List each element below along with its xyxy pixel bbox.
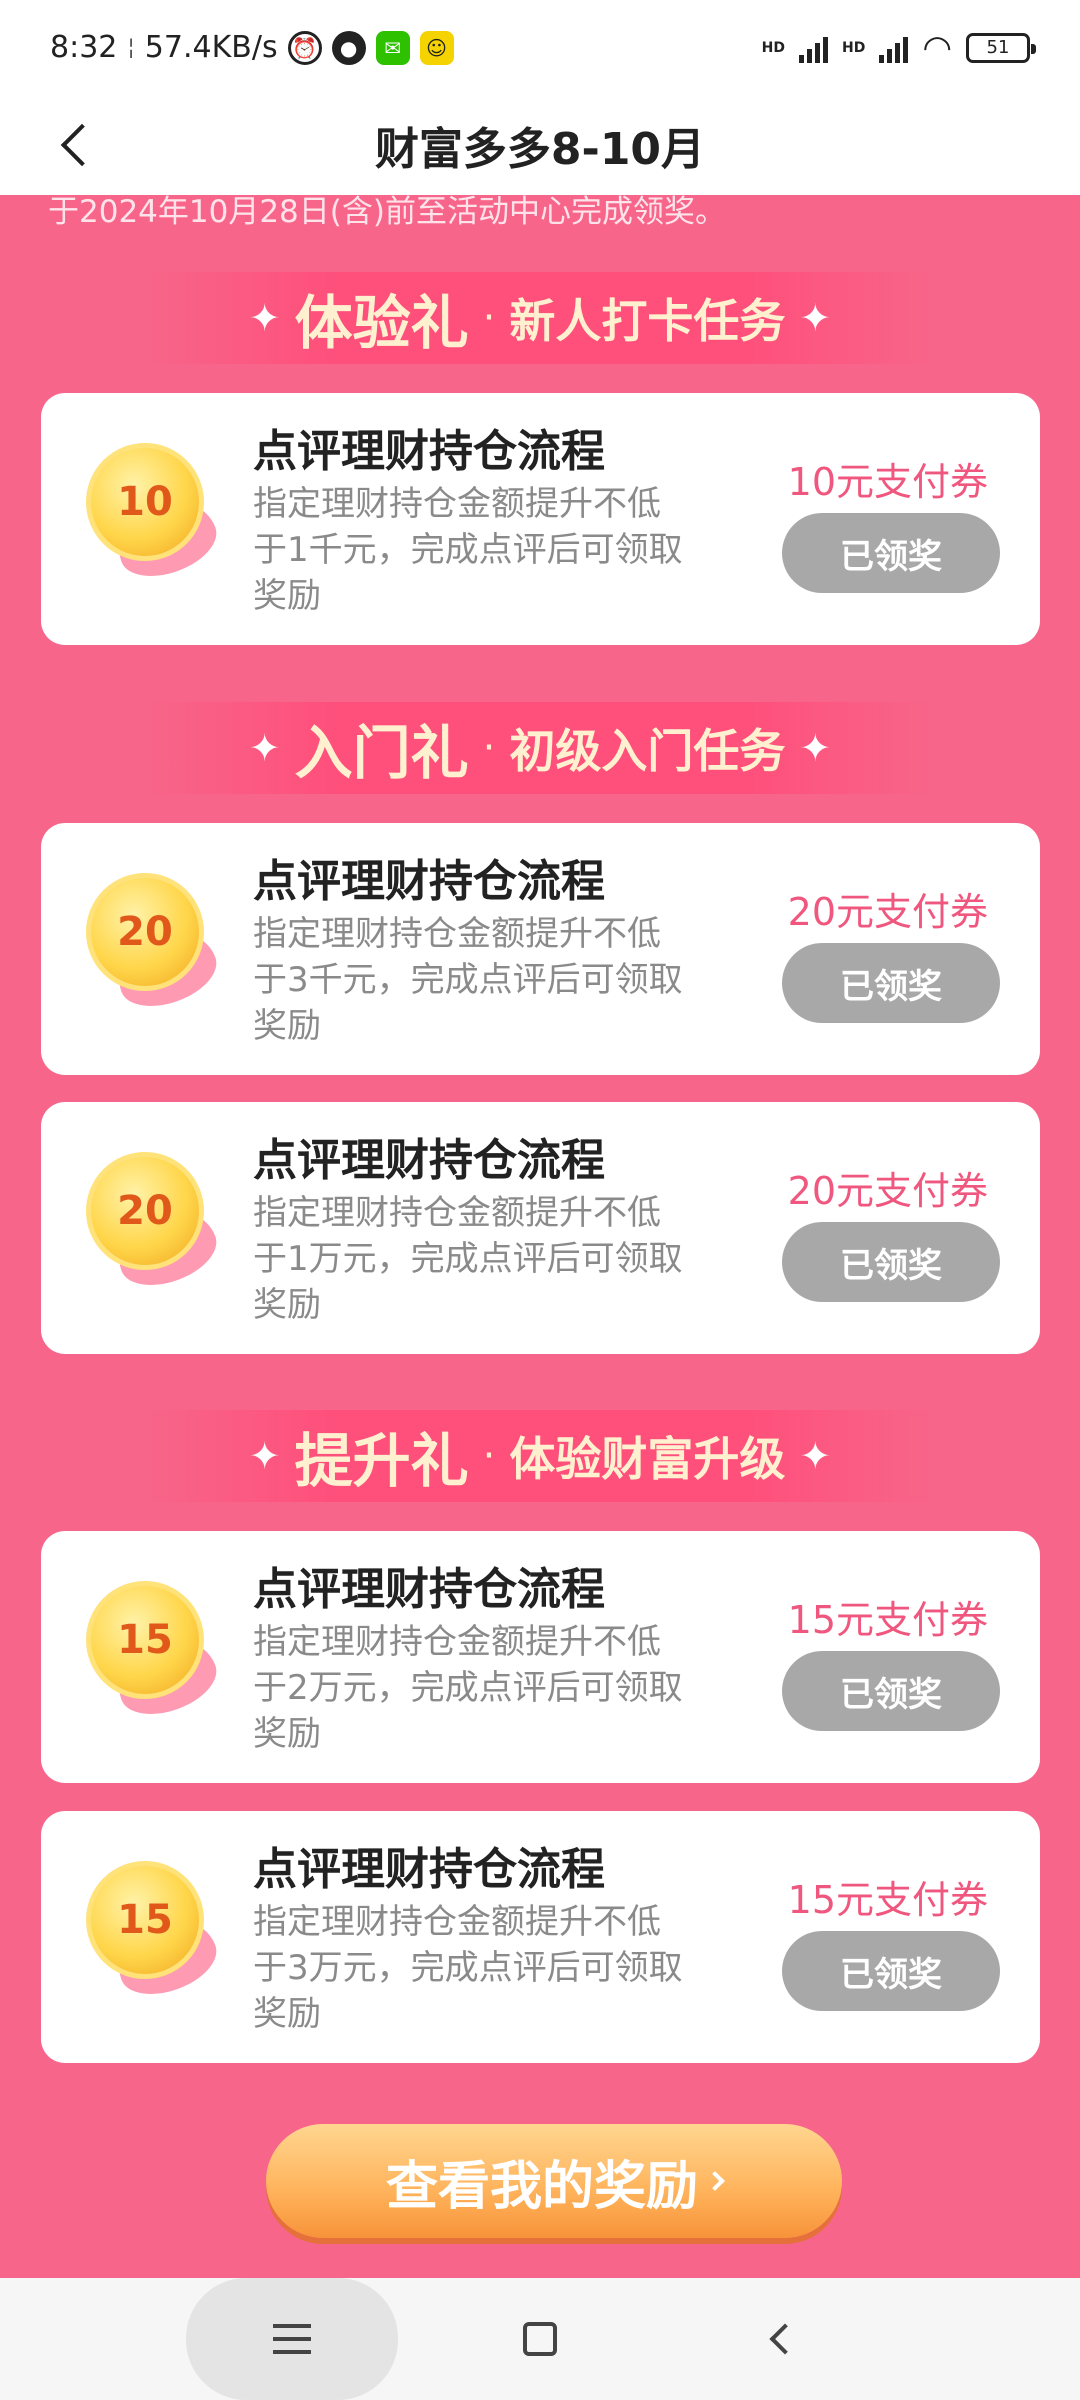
- coin-icon: 15: [86, 1861, 225, 2011]
- section-header-upgrade: ✦ 提升礼 · 体验财富升级 ✦: [140, 1410, 940, 1502]
- status-time: 8:32: [50, 30, 118, 65]
- chevron-right-icon: [705, 2171, 725, 2191]
- coin-icon: 20: [86, 1152, 225, 1302]
- sparkle-icon: ✦: [248, 1434, 281, 1478]
- status-bar: 8:32 ¦ 57.4KB/s ⏰ ● ✉ ☺ HD HD ◠ 51: [0, 0, 1080, 95]
- task-title: 点评理财持仓流程: [253, 1844, 605, 1895]
- task-title: 点评理财持仓流程: [253, 1135, 605, 1186]
- coin-value: 10: [86, 443, 204, 561]
- coin-value: 20: [86, 1152, 204, 1270]
- task-description: 指定理财持仓金额提升不低于1万元，完成点评后可领取奖励: [253, 1193, 683, 1325]
- status-right: HD HD ◠ 51: [761, 27, 1036, 68]
- page-title: 财富多多8-10月: [374, 124, 706, 175]
- reward-label: 10元支付券: [787, 460, 988, 504]
- task-description: 指定理财持仓金额提升不低于2万元，完成点评后可领取奖励: [253, 1622, 683, 1754]
- reward-label: 15元支付券: [787, 1878, 988, 1922]
- coin-icon: 10: [86, 443, 225, 593]
- claimed-button[interactable]: 已领奖: [782, 943, 1000, 1023]
- hd-label-1: HD: [761, 39, 785, 56]
- system-back-icon: [769, 2323, 801, 2355]
- section-subtitle: 新人打卡任务: [509, 294, 786, 348]
- coin-value: 15: [86, 1581, 204, 1699]
- task-description: 指定理财持仓金额提升不低于1千元，完成点评后可领取奖励: [253, 484, 683, 616]
- signal-icon: [798, 33, 828, 63]
- section-subtitle: 初级入门任务: [509, 724, 786, 778]
- notice-text: 于2024年10月28日(含)前至活动中心完成领奖。: [48, 194, 726, 230]
- app-notification-icon: ●: [331, 30, 366, 65]
- task-description: 指定理财持仓金额提升不低于3千元，完成点评后可领取奖励: [253, 914, 683, 1046]
- section-dot: ·: [482, 1433, 496, 1479]
- task-card: 15 点评理财持仓流程 指定理财持仓金额提升不低于3万元，完成点评后可领取奖励 …: [41, 1811, 1040, 2063]
- status-divider: ¦: [127, 35, 135, 60]
- battery-icon: 51: [966, 32, 1036, 63]
- sparkle-icon: ✦: [799, 1434, 832, 1478]
- task-card: 20 点评理财持仓流程 指定理财持仓金额提升不低于1万元，完成点评后可领取奖励 …: [41, 1102, 1040, 1354]
- app-yellow-icon: ☺: [419, 30, 454, 65]
- hd-label-2: HD: [841, 39, 866, 56]
- task-card: 15 点评理财持仓流程 指定理财持仓金额提升不低于2万元，完成点评后可领取奖励 …: [41, 1531, 1040, 1783]
- back-icon: [60, 123, 104, 167]
- sparkle-icon: ✦: [248, 296, 281, 340]
- section-subtitle: 体验财富升级: [509, 1432, 786, 1486]
- section-main-title: 提升礼: [294, 1427, 469, 1495]
- system-nav-bar: [0, 2278, 1080, 2400]
- view-my-rewards-button[interactable]: 查看我的奖励: [266, 2124, 842, 2238]
- task-title: 点评理财持仓流程: [253, 426, 605, 477]
- task-card: 20 点评理财持仓流程 指定理财持仓金额提升不低于3千元，完成点评后可领取奖励 …: [41, 823, 1040, 1075]
- task-title: 点评理财持仓流程: [253, 1564, 605, 1615]
- system-menu-button[interactable]: [186, 2278, 398, 2400]
- coin-value: 20: [86, 873, 204, 991]
- status-network-speed: 57.4KB/s: [144, 30, 278, 65]
- home-icon: [523, 2322, 557, 2356]
- sparkle-icon: ✦: [799, 726, 832, 770]
- system-back-button[interactable]: [740, 2278, 820, 2400]
- sparkle-icon: ✦: [799, 296, 832, 340]
- coin-icon: 20: [86, 873, 225, 1023]
- claimed-button[interactable]: 已领奖: [782, 1222, 1000, 1302]
- coin-icon: 15: [86, 1581, 225, 1731]
- wechat-icon: ✉: [375, 30, 410, 65]
- section-dot: ·: [482, 295, 496, 341]
- section-header-entry: ✦ 入门礼 · 初级入门任务 ✦: [140, 702, 940, 794]
- task-description: 指定理财持仓金额提升不低于3万元，完成点评后可领取奖励: [253, 1902, 683, 2034]
- reward-label: 20元支付券: [787, 1169, 988, 1213]
- section-main-title: 体验礼: [294, 289, 469, 357]
- task-title: 点评理财持仓流程: [253, 856, 605, 907]
- reward-label: 15元支付券: [787, 1598, 988, 1642]
- coin-value: 15: [86, 1861, 204, 1979]
- section-dot: ·: [482, 725, 496, 771]
- task-card: 10 点评理财持仓流程 指定理财持仓金额提升不低于1千元，完成点评后可领取奖励 …: [41, 393, 1040, 645]
- battery-level: 51: [986, 37, 1010, 58]
- sparkle-icon: ✦: [248, 726, 281, 770]
- claimed-button[interactable]: 已领奖: [782, 1931, 1000, 2011]
- back-button[interactable]: [48, 117, 104, 173]
- status-left: 8:32 ¦ 57.4KB/s ⏰ ● ✉ ☺: [50, 30, 454, 65]
- nav-bar: 财富多多8-10月: [0, 95, 1080, 195]
- system-home-button[interactable]: [500, 2278, 580, 2400]
- claimed-button[interactable]: 已领奖: [782, 1651, 1000, 1731]
- menu-icon: [273, 2324, 311, 2354]
- view-rewards-label: 查看我的奖励: [385, 2156, 698, 2217]
- signal-icon-2: [879, 33, 909, 63]
- section-header-experience: ✦ 体验礼 · 新人打卡任务 ✦: [140, 272, 940, 364]
- section-main-title: 入门礼: [294, 719, 469, 787]
- wifi-icon: ◠: [922, 27, 952, 68]
- claimed-button[interactable]: 已领奖: [782, 513, 1000, 593]
- alarm-icon: ⏰: [287, 30, 322, 65]
- reward-label: 20元支付券: [787, 890, 988, 934]
